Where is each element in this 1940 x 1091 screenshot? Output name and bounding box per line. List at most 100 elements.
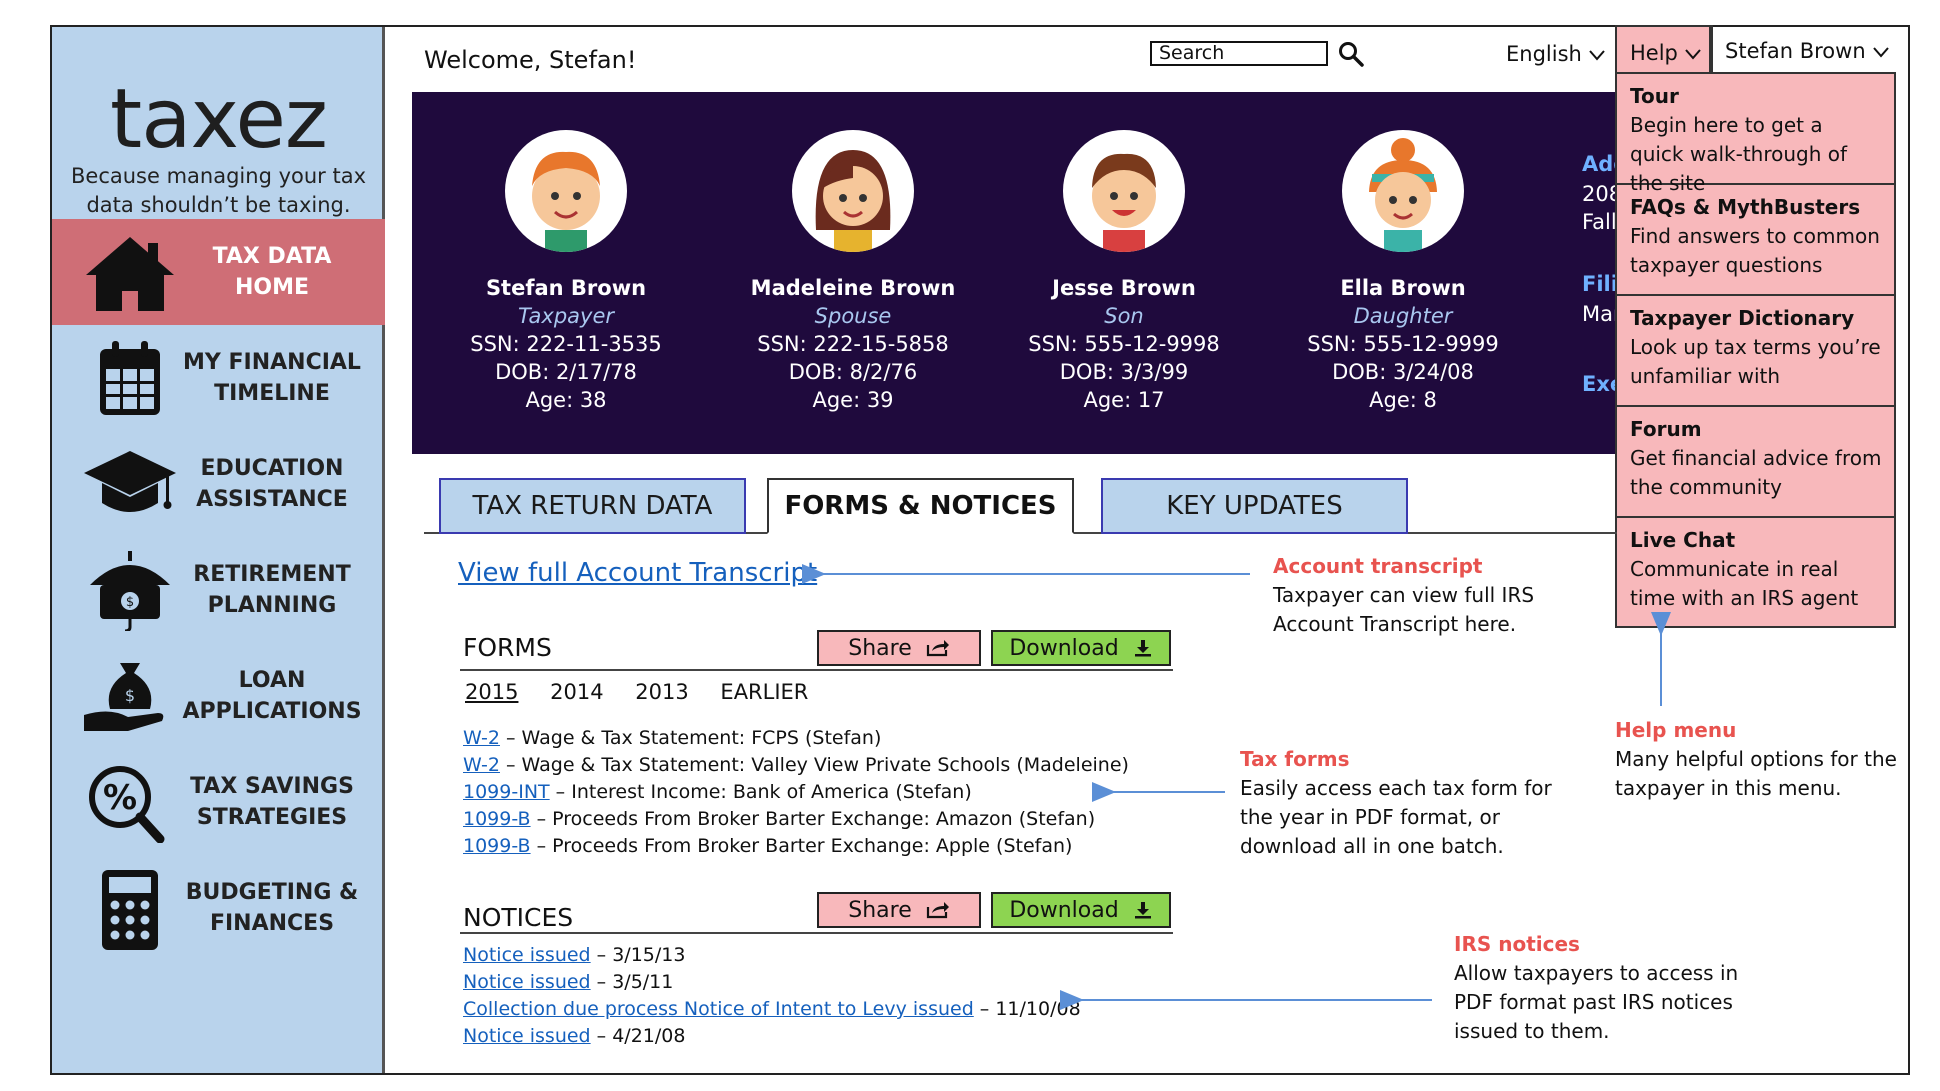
help-item-live-chat[interactable]: Live Chat Communicate in real time with … xyxy=(1617,518,1894,626)
user-menu-button[interactable]: Stefan Brown xyxy=(1711,25,1908,74)
member-ssn: SSN: 555-12-9999 xyxy=(1307,332,1499,356)
language-label: English xyxy=(1506,42,1582,66)
sidebar-item-loan[interactable]: $ LOAN APPLICATIONS xyxy=(52,643,385,749)
year-2015[interactable]: 2015 xyxy=(465,680,518,704)
share-forms-button[interactable]: Share xyxy=(817,630,981,666)
form-link[interactable]: W-2 xyxy=(463,754,500,776)
list-item: W-2 – Wage & Tax Statement: FCPS (Stefan… xyxy=(463,725,1129,752)
share-icon xyxy=(926,902,949,919)
sidebar-item-education[interactable]: EDUCATION ASSISTANCE xyxy=(52,431,385,537)
member-role: Son xyxy=(1104,304,1144,328)
form-desc: – Interest Income: Bank of America (Stef… xyxy=(549,781,972,803)
address-line: Fall xyxy=(1582,210,1617,234)
notice-link[interactable]: Notice issued xyxy=(463,1025,591,1047)
help-item-forum[interactable]: Forum Get financial advice from the comm… xyxy=(1617,407,1894,518)
member-age: Age: 38 xyxy=(525,388,607,412)
family-member-card[interactable]: Madeleine Brown Spouse SSN: 222-15-5858 … xyxy=(728,92,978,412)
family-member-card[interactable]: Ella Brown Daughter SSN: 555-12-9999 DOB… xyxy=(1278,92,1528,412)
sidebar-item-label: LOAN APPLICATIONS xyxy=(182,668,362,724)
search-icon[interactable] xyxy=(1338,41,1364,67)
download-icon xyxy=(1134,640,1151,657)
family-member-card[interactable]: Stefan Brown Taxpayer SSN: 222-11-3535 D… xyxy=(441,92,691,412)
avatar xyxy=(1063,130,1185,252)
sidebar-item-label: TAX SAVINGS STRATEGIES xyxy=(190,774,354,830)
member-age: Age: 39 xyxy=(812,388,894,412)
svg-text:$: $ xyxy=(125,686,135,705)
svg-text:$: $ xyxy=(126,595,134,610)
calculator-icon xyxy=(102,870,158,950)
sidebar: taxez Because managing your tax data sho… xyxy=(52,27,385,1073)
sidebar-item-tax-savings[interactable]: % TAX SAVINGS STRATEGIES xyxy=(52,749,385,855)
form-link[interactable]: 1099-INT xyxy=(463,781,550,803)
help-item-tour[interactable]: Tour Begin here to get a quick walk-thro… xyxy=(1617,74,1894,195)
tagline: Because managing your tax data shouldn’t… xyxy=(71,164,366,217)
help-item-faqs[interactable]: FAQs & MythBusters Find answers to commo… xyxy=(1617,185,1894,296)
family-banner: Stefan Brown Taxpayer SSN: 222-11-3535 D… xyxy=(412,92,1617,454)
sidebar-item-financial-timeline[interactable]: MY FINANCIAL TIMELINE xyxy=(52,325,385,431)
member-ssn: SSN: 222-11-3535 xyxy=(470,332,662,356)
form-link[interactable]: 1099-B xyxy=(463,808,531,830)
percent-magnifier-icon: % xyxy=(89,766,165,843)
notices-rule xyxy=(460,932,1173,934)
list-item: Collection due process Notice of Intent … xyxy=(463,996,1081,1023)
tab-tax-return-data[interactable]: TAX RETURN DATA xyxy=(439,478,746,534)
year-2014[interactable]: 2014 xyxy=(550,680,603,704)
list-item: 1099-B – Proceeds From Broker Barter Exc… xyxy=(463,833,1129,860)
notices-title: NOTICES xyxy=(463,903,574,932)
calendar-icon xyxy=(100,341,160,415)
language-select[interactable]: English xyxy=(1506,42,1606,66)
member-name: Jesse Brown xyxy=(1052,276,1196,300)
list-item: W-2 – Wage & Tax Statement: Valley View … xyxy=(463,752,1129,779)
help-item-desc: Get financial advice from the community xyxy=(1630,446,1882,499)
annotation-title: Account transcript xyxy=(1273,554,1483,578)
form-desc: – Proceeds From Broker Barter Exchange: … xyxy=(530,808,1096,830)
help-item-dictionary[interactable]: Taxpayer Dictionary Look up tax terms yo… xyxy=(1617,296,1894,407)
notice-link[interactable]: Collection due process Notice of Intent … xyxy=(463,998,974,1020)
help-item-desc: Look up tax terms you’re unfamiliar with xyxy=(1630,335,1881,388)
search-input[interactable]: Search xyxy=(1150,41,1328,66)
download-label: Download xyxy=(1009,897,1119,923)
form-link[interactable]: W-2 xyxy=(463,727,500,749)
download-notices-button[interactable]: Download xyxy=(991,892,1171,928)
app-logo[interactable]: taxez xyxy=(102,72,335,167)
help-item-title: Live Chat xyxy=(1630,528,1736,552)
avatar xyxy=(792,130,914,252)
form-link[interactable]: 1099-B xyxy=(463,835,531,857)
forms-list: W-2 – Wage & Tax Statement: FCPS (Stefan… xyxy=(463,725,1129,860)
year-earlier[interactable]: EARLIER xyxy=(720,680,808,704)
family-member-card[interactable]: Jesse Brown Son SSN: 555-12-9998 DOB: 3/… xyxy=(999,92,1249,412)
sidebar-item-retirement[interactable]: $ RETIREMENT PLANNING xyxy=(52,537,385,643)
address-label: Add xyxy=(1582,152,1617,176)
annotation-desc: Many helpful options for the taxpayer in… xyxy=(1615,747,1897,800)
notice-link[interactable]: Notice issued xyxy=(463,971,591,993)
user-name: Stefan Brown xyxy=(1725,39,1866,63)
member-ssn: SSN: 555-12-9998 xyxy=(1028,332,1220,356)
notice-date: – 3/15/13 xyxy=(590,944,686,966)
year-filter: 2015 2014 2013 EARLIER xyxy=(465,680,833,704)
sidebar-item-tax-data-home[interactable]: TAX DATA HOME xyxy=(52,219,385,325)
filing-status-value: Mar xyxy=(1582,302,1617,326)
notice-link[interactable]: Notice issued xyxy=(463,944,591,966)
graduation-cap-icon xyxy=(84,451,176,512)
member-dob: DOB: 3/3/99 xyxy=(1059,360,1189,384)
sidebar-item-label: BUDGETING & FINANCES xyxy=(185,880,359,936)
help-menu-button[interactable]: Help xyxy=(1615,25,1711,74)
member-dob: DOB: 8/2/76 xyxy=(788,360,918,384)
money-bag-hand-icon: $ xyxy=(84,663,164,731)
list-item: Notice issued – 3/15/13 xyxy=(463,942,1081,969)
annotation-title: Help menu xyxy=(1615,718,1737,742)
help-item-title: FAQs & MythBusters xyxy=(1630,195,1861,219)
download-forms-button[interactable]: Download xyxy=(991,630,1171,666)
tab-forms-notices[interactable]: FORMS & NOTICES xyxy=(767,478,1074,534)
share-notices-button[interactable]: Share xyxy=(817,892,981,928)
notice-date: – 11/10/08 xyxy=(973,998,1081,1020)
account-transcript-link[interactable]: View full Account Transcript xyxy=(458,558,817,588)
member-dob: DOB: 3/24/08 xyxy=(1332,360,1474,384)
help-label: Help xyxy=(1630,41,1678,65)
forms-title: FORMS xyxy=(463,633,552,662)
avatar xyxy=(1342,130,1464,252)
help-item-title: Taxpayer Dictionary xyxy=(1630,306,1855,330)
year-2013[interactable]: 2013 xyxy=(635,680,688,704)
tab-key-updates[interactable]: KEY UPDATES xyxy=(1101,478,1408,534)
sidebar-item-budgeting[interactable]: BUDGETING & FINANCES xyxy=(52,855,385,961)
